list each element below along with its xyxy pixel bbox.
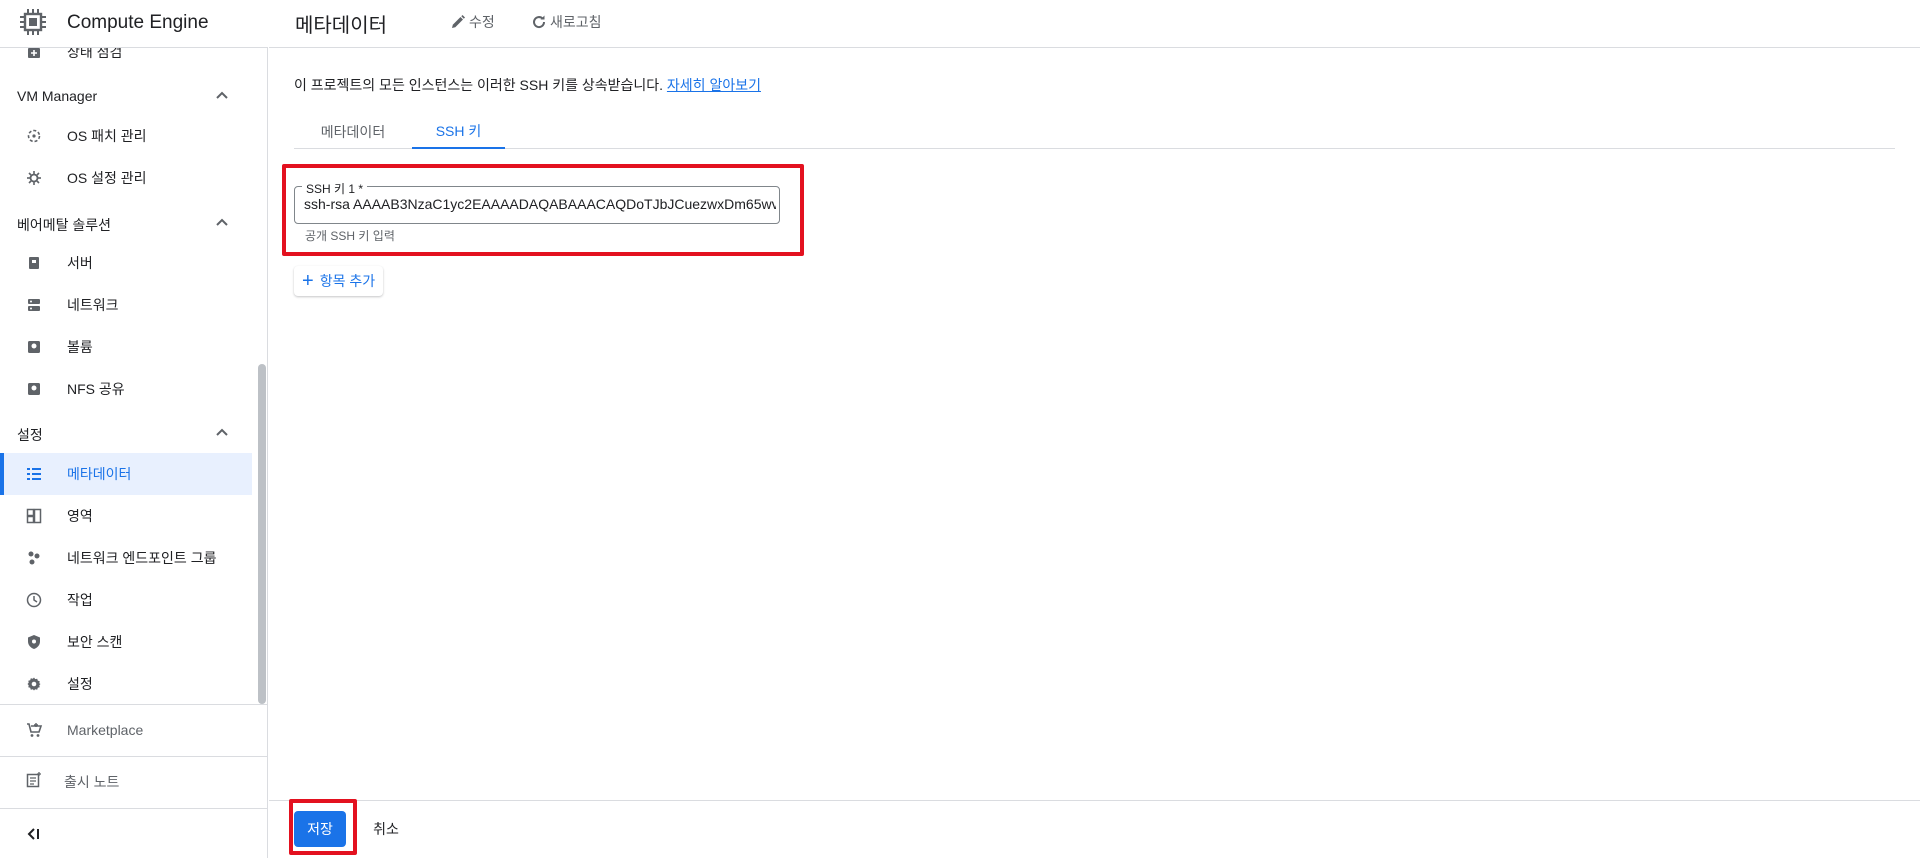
sidebar-item-label: NFS 공유	[67, 381, 125, 397]
sidebar-item-network[interactable]: 네트워크	[0, 284, 252, 326]
release-notes-icon	[26, 772, 41, 788]
sidebar-divider	[0, 808, 268, 809]
sidebar-item-marketplace[interactable]: Marketplace	[0, 710, 268, 750]
tab-ssh-keys[interactable]: SSH 키	[412, 115, 505, 149]
plus-icon: +	[302, 270, 314, 292]
add-item-button[interactable]: + 항목 추가	[294, 266, 384, 296]
chevron-up-icon	[216, 428, 228, 436]
volume-icon	[25, 338, 43, 356]
section-label: 설정	[17, 427, 43, 443]
endpoint-group-icon	[25, 549, 43, 567]
sidebar-item-label: 메타데이터	[67, 466, 132, 482]
collapse-sidebar-button[interactable]	[0, 812, 268, 852]
app-title: Compute Engine	[67, 12, 209, 33]
server-icon	[25, 254, 43, 272]
sidebar-item-label: 볼륨	[67, 339, 93, 355]
ssh-key-input[interactable]: ssh-rsa AAAAB3NzaC1yc2EAAAADAQABAAACAQDo…	[304, 196, 776, 212]
sidebar-item-label: 네트워크 엔드포인트 그룹	[67, 550, 217, 566]
sidebar-item-label: 서버	[67, 255, 93, 271]
sidebar-item-zones[interactable]: 영역	[0, 495, 252, 537]
sidebar-item-label: 설정	[67, 676, 93, 692]
edit-label: 수정	[469, 14, 495, 30]
intro-text: 이 프로젝트의 모든 인스턴스는 이러한 SSH 키를 상속받습니다. 자세히 …	[294, 75, 761, 95]
sidebar-item-label: 영역	[67, 508, 93, 524]
sidebar-item-label: Marketplace	[67, 722, 144, 738]
chip-icon	[20, 9, 46, 35]
security-scan-icon	[25, 633, 43, 651]
sidebar-divider	[0, 756, 268, 757]
metadata-icon	[25, 465, 43, 483]
ssh-key-label: SSH 키 1 *	[302, 180, 368, 197]
chevron-up-icon	[216, 218, 228, 226]
sidebar-item-nfs[interactable]: NFS 공유	[0, 368, 252, 410]
ssh-key-hint: 공개 SSH 키 입력	[305, 229, 395, 243]
section-label: 베어메탈 솔루션	[17, 217, 112, 233]
save-button[interactable]: 저장	[294, 811, 346, 847]
edit-button[interactable]: 수정	[450, 12, 495, 32]
health-check-icon	[25, 48, 43, 61]
section-vm-manager[interactable]: VM Manager	[0, 76, 252, 116]
action-footer	[269, 800, 1920, 858]
sidebar-item-label: 출시 노트	[64, 774, 120, 790]
refresh-label: 새로고침	[550, 14, 602, 30]
sidebar-scrollbar[interactable]	[258, 364, 266, 704]
sidebar-item-label: OS 설정 관리	[67, 170, 147, 186]
learn-more-link[interactable]: 자세히 알아보기	[667, 77, 761, 93]
sidebar-item-label: 작업	[67, 592, 93, 608]
sidebar-item-server[interactable]: 서버	[0, 242, 252, 284]
section-settings[interactable]: 설정	[0, 413, 252, 453]
sidebar-item-operations[interactable]: 작업	[0, 579, 252, 621]
os-config-icon	[25, 169, 43, 187]
page-title: 메타데이터	[295, 15, 387, 37]
sidebar-item-security-scan[interactable]: 보안 스캔	[0, 621, 252, 663]
sidebar-nav: 상태 점검 VM Manager OS 패치 관리 OS 설정 관리 베어메탈 …	[0, 48, 268, 704]
chevron-up-icon	[216, 91, 228, 99]
sidebar-item-volume[interactable]: 볼륨	[0, 326, 252, 368]
refresh-icon	[533, 15, 546, 29]
sidebar-item-os-patch[interactable]: OS 패치 관리	[0, 115, 252, 157]
sidebar-item-endpoint-groups[interactable]: 네트워크 엔드포인트 그룹	[0, 537, 252, 579]
add-item-label: 항목 추가	[319, 273, 376, 289]
sidebar-item-os-config[interactable]: OS 설정 관리	[0, 157, 252, 199]
tab-metadata[interactable]: 메타데이터	[294, 115, 412, 149]
sidebar-item-label: 상태 점검	[67, 48, 123, 60]
sidebar-item-metadata[interactable]: 메타데이터	[0, 453, 252, 495]
sidebar-item-release-notes[interactable]: 출시 노트	[0, 760, 268, 800]
zones-icon	[25, 507, 43, 525]
page-header: 메타데이터 수정 새로고침	[269, 0, 1920, 48]
network-icon	[25, 296, 43, 314]
pencil-icon	[452, 15, 465, 28]
app-brand: Compute Engine	[0, 0, 268, 48]
patch-icon	[25, 127, 43, 145]
tab-bar: 메타데이터 SSH 키	[294, 115, 1895, 149]
settings-icon	[25, 675, 43, 693]
section-bare-metal[interactable]: 베어메탈 솔루션	[0, 203, 252, 243]
sidebar-divider	[0, 704, 268, 705]
section-label: VM Manager	[17, 88, 98, 104]
sidebar-item-health-check[interactable]: 상태 점검	[0, 48, 252, 73]
sidebar-item-settings[interactable]: 설정	[0, 663, 252, 704]
collapse-sidebar-icon	[27, 828, 39, 840]
operations-icon	[25, 591, 43, 609]
intro-message: 이 프로젝트의 모든 인스턴스는 이러한 SSH 키를 상속받습니다.	[294, 77, 664, 93]
marketplace-icon	[27, 723, 43, 737]
sidebar-item-label: OS 패치 관리	[67, 128, 147, 144]
sidebar-item-label: 보안 스캔	[67, 634, 123, 650]
sidebar-item-label: 네트워크	[67, 297, 119, 313]
sidebar: Compute Engine 상태 점검 VM Manager OS 패치 관리…	[0, 0, 268, 858]
refresh-button[interactable]: 새로고침	[531, 12, 602, 32]
cancel-button[interactable]: 취소	[364, 811, 408, 847]
nfs-icon	[25, 380, 43, 398]
